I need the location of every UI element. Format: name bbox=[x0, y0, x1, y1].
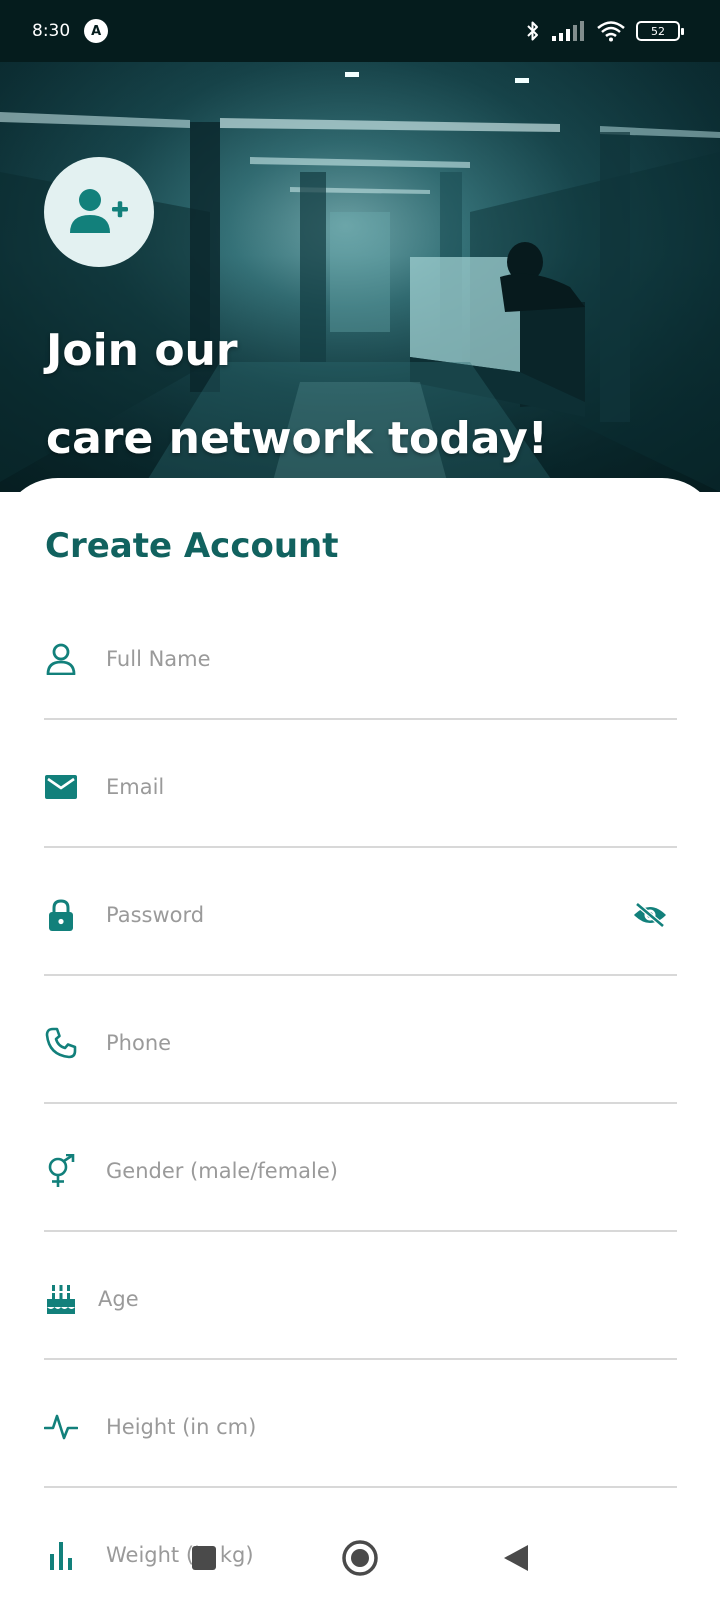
battery-level: 52 bbox=[651, 24, 665, 38]
age-field[interactable] bbox=[44, 1230, 677, 1360]
hero-title: Join our care network today! bbox=[46, 307, 548, 483]
add-user-avatar bbox=[44, 157, 154, 267]
person-icon bbox=[44, 642, 78, 676]
back-button[interactable] bbox=[494, 1536, 538, 1580]
user-plus-icon bbox=[70, 189, 128, 233]
system-nav-bar bbox=[0, 1516, 720, 1600]
height-field[interactable] bbox=[44, 1358, 677, 1488]
email-input[interactable] bbox=[106, 770, 606, 804]
hero-title-line-1: Join our bbox=[46, 325, 238, 376]
phone-input[interactable] bbox=[106, 1026, 606, 1060]
status-left: 8:30 A bbox=[32, 19, 109, 43]
status-time: 8:30 bbox=[32, 21, 71, 41]
eye-off-icon[interactable] bbox=[631, 898, 669, 932]
status-bar: 8:30 A 52 bbox=[0, 0, 720, 62]
pulse-icon bbox=[44, 1410, 78, 1444]
circle-icon bbox=[342, 1540, 378, 1576]
lock-icon bbox=[44, 898, 78, 932]
status-right: 52 bbox=[524, 19, 684, 43]
full-name-input[interactable] bbox=[106, 642, 606, 676]
signal-icon bbox=[552, 21, 584, 41]
password-field[interactable] bbox=[44, 846, 677, 976]
hero-banner: Join our care network today! bbox=[0, 62, 720, 492]
age-input[interactable] bbox=[98, 1282, 598, 1316]
square-icon bbox=[192, 1546, 216, 1570]
hero-title-line-2: care network today! bbox=[46, 413, 548, 464]
gender-input[interactable] bbox=[106, 1154, 606, 1188]
create-account-card: Create Account bbox=[0, 478, 720, 1600]
app-notification-icon: A bbox=[84, 19, 109, 43]
form-title: Create Account bbox=[45, 526, 339, 566]
back-triangle-icon bbox=[504, 1545, 528, 1571]
battery-icon: 52 bbox=[636, 21, 684, 41]
cake-icon bbox=[44, 1282, 78, 1316]
phone-field[interactable] bbox=[44, 974, 677, 1104]
wifi-icon bbox=[597, 21, 625, 42]
gender-field[interactable] bbox=[44, 1102, 677, 1232]
email-field[interactable] bbox=[44, 718, 677, 848]
bluetooth-icon bbox=[527, 21, 538, 41]
full-name-field[interactable] bbox=[44, 590, 677, 720]
gender-icon bbox=[44, 1154, 78, 1188]
height-input[interactable] bbox=[106, 1410, 606, 1444]
password-input[interactable] bbox=[106, 898, 606, 932]
recents-button[interactable] bbox=[182, 1536, 226, 1580]
home-button[interactable] bbox=[338, 1536, 382, 1580]
mail-icon bbox=[44, 770, 78, 804]
phone-icon bbox=[44, 1026, 78, 1060]
